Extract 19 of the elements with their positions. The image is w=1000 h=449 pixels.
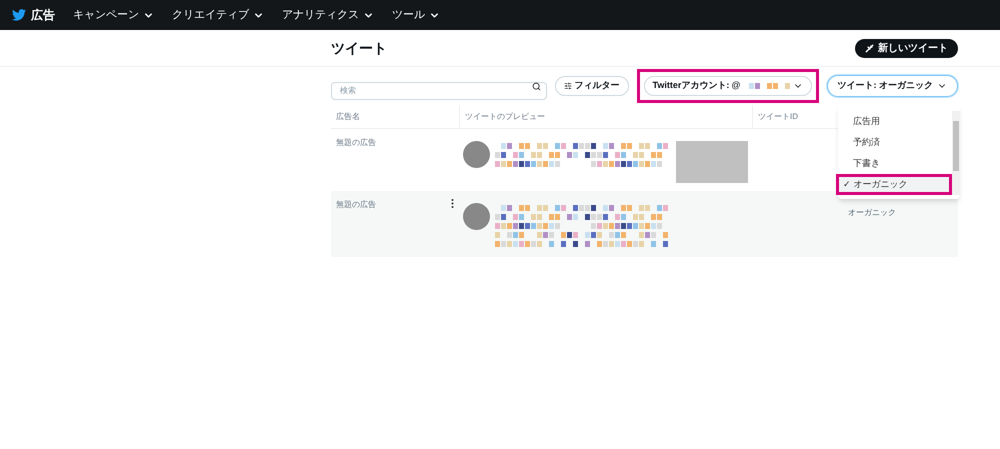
ad-name: 無題の広告 <box>336 199 376 211</box>
nav-menu-item[interactable]: ツール <box>392 6 440 24</box>
brand-label[interactable]: 広告 <box>31 6 55 24</box>
nav-menu-item[interactable]: クリエイティブ <box>172 6 264 24</box>
dropdown-option[interactable]: 下書き <box>841 156 949 171</box>
search-field[interactable]: 検索 <box>331 82 547 100</box>
nav-menu-item[interactable]: キャンペーン <box>73 6 154 24</box>
account-filter-button[interactable]: Twitterアカウント: @ <box>644 76 812 96</box>
filter-button[interactable]: フィルター <box>554 76 629 96</box>
nav-menu-item[interactable]: アナリティクス <box>282 6 374 24</box>
dropdown-option[interactable]: 広告用 <box>841 114 949 129</box>
table-row[interactable]: 無題の広告 オーガニック <box>331 191 958 257</box>
tweet-type-dropdown[interactable]: ツイート: オーガニック <box>826 75 958 97</box>
page-title: ツイート <box>331 38 387 58</box>
tweet-type: オーガニック <box>848 208 896 217</box>
new-tweet-button[interactable]: 新しいツイート <box>855 38 958 58</box>
dropdown-option[interactable]: 予約済 <box>841 135 949 150</box>
ad-name: 無題の広告 <box>336 137 376 149</box>
dropdown-option[interactable]: ✓ オーガニック <box>839 177 949 192</box>
